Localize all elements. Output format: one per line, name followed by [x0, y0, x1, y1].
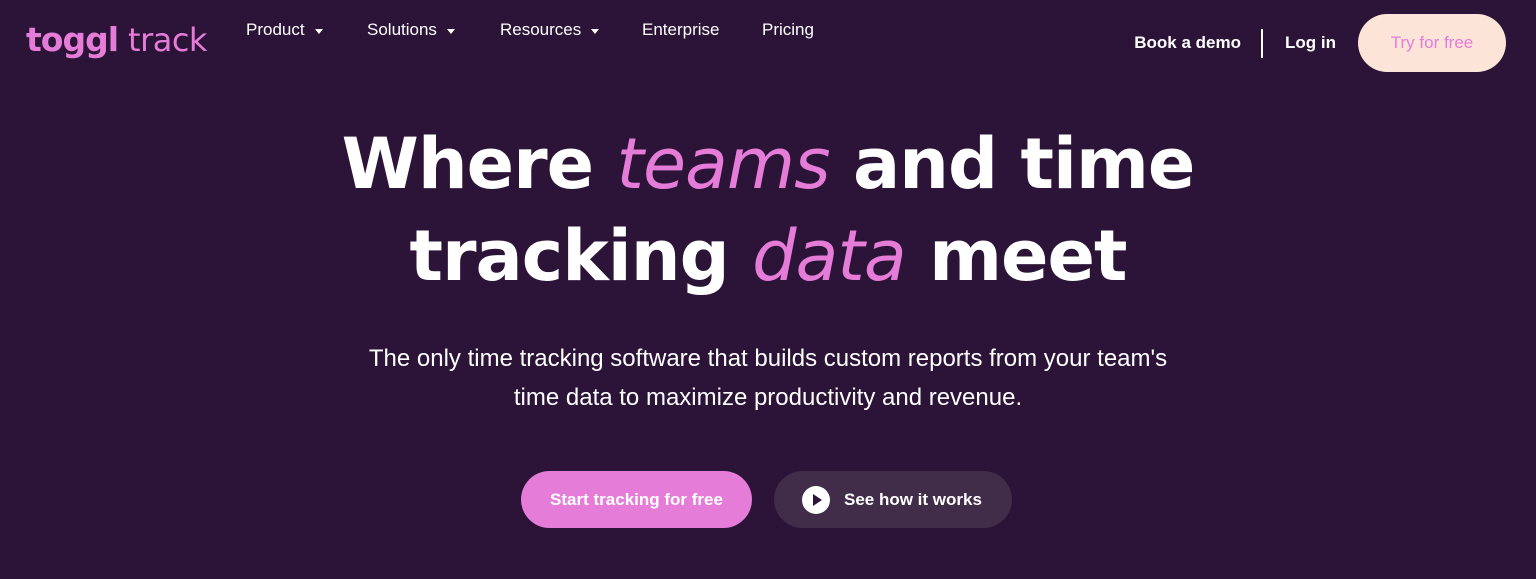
- page: toggl track Product Solutions Resources …: [0, 0, 1536, 579]
- hero-title-line-1: Where teams and time: [341, 123, 1196, 205]
- hero-title-text: tracking: [409, 215, 753, 297]
- nav-divider: [1261, 29, 1263, 58]
- play-icon: [802, 485, 830, 514]
- menu-item-product[interactable]: Product: [246, 20, 323, 40]
- hero-title-text: meet: [905, 215, 1127, 297]
- try-for-free-button[interactable]: Try for free: [1358, 14, 1506, 72]
- menu-item-label: Product: [246, 20, 305, 39]
- menu-item-label: Resources: [500, 20, 582, 39]
- hero-title-text: and time: [829, 123, 1195, 205]
- menu-item-pricing[interactable]: Pricing: [762, 20, 814, 40]
- log-in-link[interactable]: Log in: [1285, 33, 1336, 53]
- chevron-down-icon: [591, 28, 600, 34]
- menu-item-solutions[interactable]: Solutions: [367, 20, 455, 40]
- chevron-down-icon: [446, 28, 455, 34]
- see-how-it-works-label: See how it works: [844, 489, 982, 509]
- book-demo-link[interactable]: Book a demo: [1134, 33, 1241, 53]
- menu-item-enterprise[interactable]: Enterprise: [642, 20, 719, 40]
- hero-title-text: Where: [341, 123, 617, 205]
- hero-title-accent: data: [752, 215, 907, 297]
- logo-wordmark-light: track: [128, 21, 207, 59]
- hero-subtitle: The only time tracking software that bui…: [0, 339, 1536, 417]
- top-navigation: toggl track Product Solutions Resources …: [0, 0, 1536, 86]
- hero-subtitle-line: The only time tracking software that bui…: [368, 345, 1168, 372]
- menu-item-label: Solutions: [367, 20, 437, 39]
- toggl-track-logo[interactable]: toggl track: [26, 20, 207, 64]
- chevron-down-icon: [314, 28, 323, 34]
- see-how-it-works-button[interactable]: See how it works: [774, 471, 1012, 528]
- menu-item-resources[interactable]: Resources: [500, 20, 600, 40]
- logo-wordmark-bold: toggl: [26, 20, 119, 59]
- start-tracking-button[interactable]: Start tracking for free: [521, 471, 752, 528]
- hero-subtitle-line: time data to maximize productivity and r…: [513, 384, 1023, 411]
- menu-item-label: Pricing: [762, 20, 814, 39]
- hero-title-line-2: tracking data meet: [409, 215, 1128, 297]
- menu-item-label: Enterprise: [642, 20, 720, 39]
- hero-title: Where teams and time tracking data meet: [0, 118, 1536, 302]
- hero-title-accent: teams: [616, 123, 831, 205]
